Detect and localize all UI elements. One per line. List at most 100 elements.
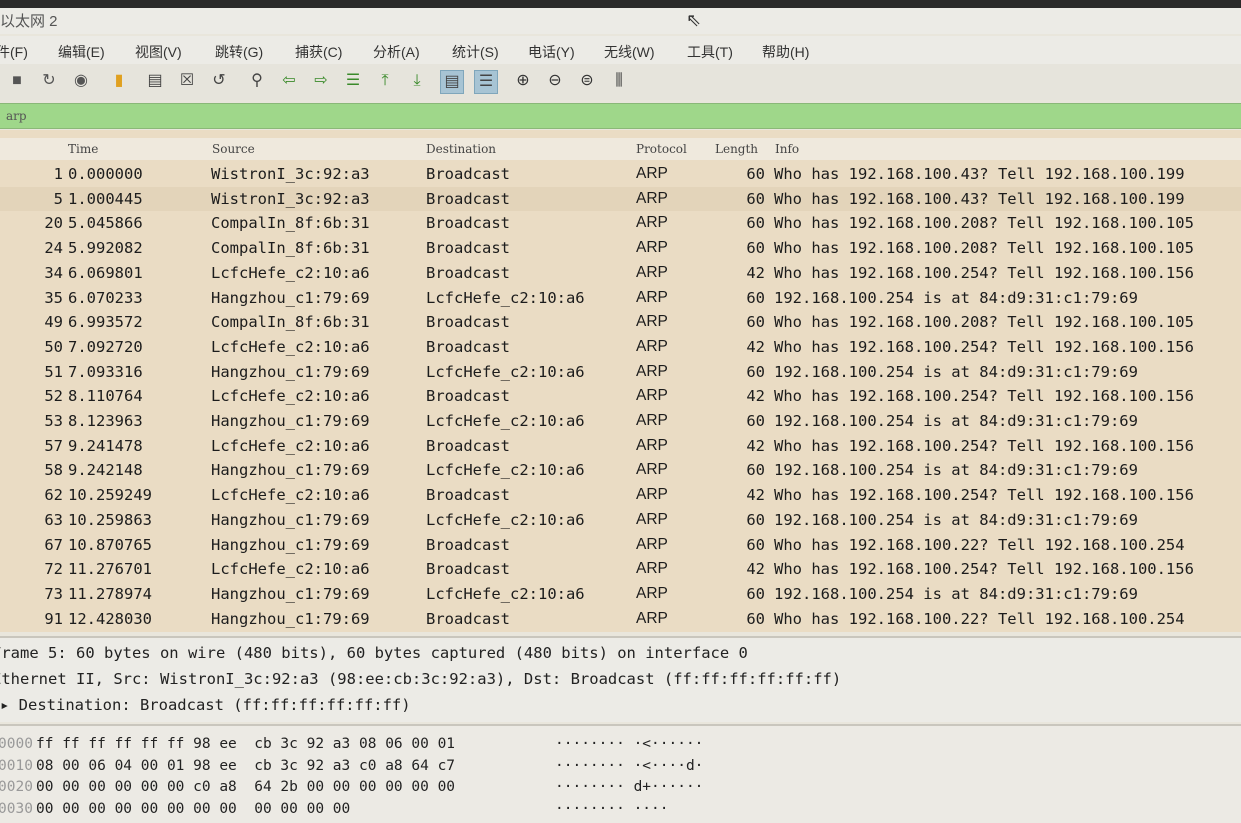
packet-length: 60 (746, 288, 765, 307)
file-set-icon[interactable]: ▤ (144, 70, 166, 92)
hex-offset[interactable]: 0030 (0, 801, 33, 817)
stop-capture-icon[interactable]: ■ (6, 70, 28, 92)
hex-offset[interactable]: 0000 (0, 736, 33, 752)
packet-row[interactable]: 62 10.259249 LcfcHefe_c2:10:a6 Broadcast ARP… (0, 483, 1241, 507)
menu-item-10[interactable]: 帮助(H) (762, 42, 809, 62)
packet-info: Who has 192.168.100.254? Tell 192.168.10… (774, 387, 1194, 406)
menu-item-5[interactable]: 分析(A) (373, 42, 420, 62)
packet-destination: Broadcast (426, 214, 510, 233)
column-header-source[interactable]: Source (212, 142, 255, 156)
auto-scroll-icon[interactable]: ▤ (440, 70, 464, 94)
menu-item-2[interactable]: 视图(V) (135, 42, 182, 62)
packet-source: LcfcHefe_c2:10:a6 (211, 436, 370, 455)
column-header-time[interactable]: Time (68, 142, 98, 156)
zoom-normal-icon[interactable]: ⊜ (576, 70, 598, 92)
hex-bytes[interactable]: ff ff ff ff ff ff 98 ee cb 3c 92 a3 08 0… (36, 736, 455, 752)
packet-row[interactable]: 50 7.092720 LcfcHefe_c2:10:a6 Broadcast ARP 4… (0, 335, 1241, 359)
hex-line: 0030 00 00 00 00 00 00 00 00 00 00 00 00 ·… (0, 801, 1241, 822)
packet-time: 7.092720 (68, 337, 143, 356)
open-file-icon[interactable]: ▮ (108, 70, 130, 92)
packet-row[interactable]: 49 6.993572 CompalIn_8f:6b:31 Broadcast ARP 6… (0, 310, 1241, 334)
zoom-in-icon[interactable]: ⊕ (512, 70, 534, 92)
hex-ascii[interactable]: ········ ···· (555, 801, 669, 817)
menu-item-9[interactable]: 工具(T) (687, 42, 733, 62)
packet-time: 11.278974 (68, 584, 152, 603)
packet-info: Who has 192.168.100.22? Tell 192.168.100… (774, 535, 1185, 554)
packet-length: 60 (746, 214, 765, 233)
go-last-icon[interactable]: ⤓ (406, 70, 428, 92)
menu-item-8[interactable]: 无线(W) (604, 42, 655, 62)
packet-row[interactable]: 51 7.093316 Hangzhou_c1:79:69 LcfcHefe_c2:1… (0, 360, 1241, 384)
packet-info: Who has 192.168.100.208? Tell 192.168.10… (774, 313, 1194, 332)
packet-row[interactable]: 73 11.278974 Hangzhou_c1:79:69 LcfcHefe_c2:… (0, 582, 1241, 606)
packet-row[interactable]: 20 5.045866 CompalIn_8f:6b:31 Broadcast ARP 6… (0, 211, 1241, 235)
packet-row[interactable]: 1 0.000000 WistronI_3c:92:a3 Broadcast ARP 60… (0, 162, 1241, 186)
hex-ascii[interactable]: ········ ·<······ (555, 736, 703, 752)
reload-file-icon[interactable]: ↺ (208, 70, 230, 92)
colorize-icon[interactable]: ☰ (474, 70, 498, 94)
close-file-icon[interactable]: ☒ (176, 70, 198, 92)
title-bar: 以太网 2 (0, 8, 1241, 34)
packet-row[interactable]: 57 9.241478 LcfcHefe_c2:10:a6 Broadcast ARP 4… (0, 434, 1241, 458)
menu-item-4[interactable]: 捕获(C) (295, 42, 342, 62)
packet-protocol: ARP (636, 461, 668, 479)
hex-bytes[interactable]: 00 00 00 00 00 00 c0 a8 64 2b 00 00 00 0… (36, 779, 455, 795)
packet-info: Who has 192.168.100.254? Tell 192.168.10… (774, 436, 1194, 455)
capture-options-icon[interactable]: ◉ (70, 70, 92, 92)
go-first-icon[interactable]: ⤒ (374, 70, 396, 92)
packet-row[interactable]: 35 6.070233 Hangzhou_c1:79:69 LcfcHefe_c2:1… (0, 286, 1241, 310)
packet-no: 20 (44, 214, 63, 233)
hex-offset[interactable]: 0020 (0, 779, 33, 795)
menu-item-1[interactable]: 编辑(E) (58, 42, 105, 62)
hex-ascii[interactable]: ········ ·<····d· (555, 758, 703, 774)
packet-no: 52 (44, 387, 63, 406)
packet-length: 60 (746, 362, 765, 381)
restart-capture-icon[interactable]: ↻ (38, 70, 60, 92)
packet-row[interactable]: 58 9.242148 Hangzhou_c1:79:69 LcfcHefe_c2:1… (0, 458, 1241, 482)
packet-row[interactable]: 91 12.428030 Hangzhou_c1:79:69 Broadcast ARP… (0, 607, 1241, 631)
menu-item-3[interactable]: 跳转(G) (215, 42, 263, 62)
find-packet-icon[interactable]: ⚲ (246, 70, 268, 92)
packet-info: 192.168.100.254 is at 84:d9:31:c1:79:69 (774, 461, 1138, 480)
detail-tree-item[interactable]: ▸ Destination: Broadcast (ff:ff:ff:ff:ff… (0, 696, 411, 714)
hex-ascii[interactable]: ········ d+······ (555, 779, 703, 795)
column-header-info[interactable]: Info (775, 142, 799, 156)
packet-row[interactable]: 53 8.123963 Hangzhou_c1:79:69 LcfcHefe_c2:1… (0, 409, 1241, 433)
packet-protocol: ARP (636, 313, 668, 331)
packet-time: 10.870765 (68, 535, 152, 554)
packet-source: CompalIn_8f:6b:31 (211, 239, 370, 258)
hex-line: 0000 ff ff ff ff ff ff 98 ee cb 3c 92 a3 … (0, 736, 1241, 757)
packet-row[interactable]: 67 10.870765 Hangzhou_c1:79:69 Broadcast ARP… (0, 533, 1241, 557)
packet-no: 49 (44, 313, 63, 332)
packet-destination: Broadcast (426, 560, 510, 579)
packet-row[interactable]: 24 5.992082 CompalIn_8f:6b:31 Broadcast ARP 6… (0, 236, 1241, 260)
packet-row[interactable]: 72 11.276701 LcfcHefe_c2:10:a6 Broadcast ARP… (0, 557, 1241, 581)
packet-source: Hangzhou_c1:79:69 (211, 584, 370, 603)
packet-row[interactable]: 52 8.110764 LcfcHefe_c2:10:a6 Broadcast ARP 4… (0, 384, 1241, 408)
column-header-destination[interactable]: Destination (426, 142, 496, 156)
zoom-out-icon[interactable]: ⊖ (544, 70, 566, 92)
detail-tree-item[interactable]: Frame 5: 60 bytes on wire (480 bits), 60… (0, 644, 748, 662)
menu-item-6[interactable]: 统计(S) (452, 42, 499, 62)
resize-columns-icon[interactable]: ⫼ (608, 70, 630, 92)
column-header-length[interactable]: Length (715, 142, 758, 156)
go-forward-icon[interactable]: ⇨ (310, 70, 332, 92)
packet-row[interactable]: 5 1.000445 WistronI_3c:92:a3 Broadcast ARP 60… (0, 186, 1241, 211)
hex-line: 0010 08 00 06 04 00 01 98 ee cb 3c 92 a3 … (0, 758, 1241, 779)
hex-offset[interactable]: 0010 (0, 758, 33, 774)
detail-tree-item[interactable]: Ethernet II, Src: WistronI_3c:92:a3 (98:… (0, 670, 841, 688)
packet-time: 9.242148 (68, 461, 143, 480)
display-filter-input[interactable] (4, 106, 1208, 126)
column-header-protocol[interactable]: Protocol (636, 142, 687, 156)
go-back-icon[interactable]: ⇦ (278, 70, 300, 92)
packet-row[interactable]: 63 10.259863 Hangzhou_c1:79:69 LcfcHefe_c2:… (0, 508, 1241, 532)
packet-source: CompalIn_8f:6b:31 (211, 313, 370, 332)
go-to-packet-icon[interactable]: ☰ (342, 70, 364, 92)
hex-bytes[interactable]: 08 00 06 04 00 01 98 ee cb 3c 92 a3 c0 a… (36, 758, 455, 774)
hex-bytes[interactable]: 00 00 00 00 00 00 00 00 00 00 00 00 (36, 801, 350, 817)
menu-item-7[interactable]: 电话(Y) (528, 42, 575, 62)
menu-item-0[interactable]: 件(F) (0, 42, 28, 62)
packet-no: 58 (44, 461, 63, 480)
packet-info: Who has 192.168.100.254? Tell 192.168.10… (774, 337, 1194, 356)
packet-row[interactable]: 34 6.069801 LcfcHefe_c2:10:a6 Broadcast ARP 4… (0, 261, 1241, 285)
